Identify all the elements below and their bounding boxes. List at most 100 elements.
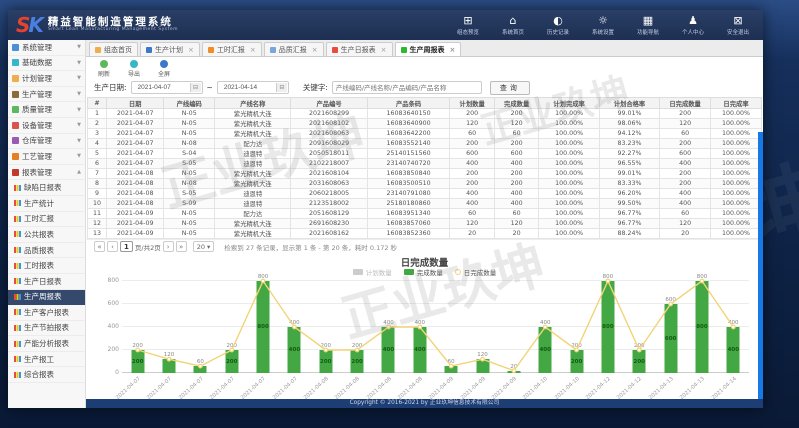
table-row[interactable]: 52021-04-07S-04迪恩特2050518011251401515606… — [88, 149, 762, 159]
table-cell: 2102218007 — [291, 159, 367, 169]
column-header[interactable]: # — [88, 98, 107, 109]
sidebar-item-生产报工[interactable]: 生产报工 — [8, 352, 85, 368]
chart-bar-slot: 4004002021-04-08 — [373, 281, 404, 373]
sidebar-item-计划管理[interactable]: 计划管理▼ — [8, 71, 85, 87]
x-axis-label: 2021-04-12 — [616, 376, 643, 401]
table-cell: 紫光精机大连 — [215, 109, 291, 119]
sidebar-item-报表管理[interactable]: 报表管理▲ — [8, 165, 85, 181]
table-cell: 120 — [450, 119, 495, 129]
系统设置-button[interactable]: ☼系统设置 — [586, 15, 620, 36]
report-chart-icon — [14, 294, 21, 300]
tab-组态首页[interactable]: 组态首页 — [89, 42, 138, 56]
sidebar-item-工艺管理[interactable]: 工艺管理▼ — [8, 149, 85, 165]
close-icon[interactable]: × — [250, 46, 256, 54]
column-header[interactable]: 产品条码 — [367, 98, 450, 109]
column-header[interactable]: 产线编码 — [164, 98, 215, 109]
search-button[interactable]: 查询 — [490, 81, 530, 95]
close-icon[interactable]: × — [188, 46, 194, 54]
sidebar-item-生产统计[interactable]: 生产统计 — [8, 196, 85, 212]
close-icon[interactable]: × — [450, 46, 456, 54]
column-header[interactable]: 日完成率 — [711, 98, 762, 109]
table-row[interactable]: 122021-04-09N-05紫光精机大连269160823016083857… — [88, 219, 762, 229]
sidebar-item-缺陷日报表[interactable]: 缺陷日报表 — [8, 180, 85, 196]
table-cell: 紫光精机大连 — [215, 129, 291, 139]
tab-label: 组态首页 — [104, 45, 132, 55]
column-header[interactable]: 计划数量 — [450, 98, 495, 109]
calendar-icon[interactable]: ⊟ — [276, 83, 287, 92]
sidebar-item-生产节拍报表[interactable]: 生产节拍报表 — [8, 321, 85, 337]
keyword-input[interactable] — [332, 81, 482, 94]
sidebar-item-产能分析报表[interactable]: 产能分析报表 — [8, 336, 85, 352]
column-header[interactable]: 计划合格率 — [599, 98, 659, 109]
bar: 800 — [257, 281, 270, 373]
table-row[interactable]: 132021-04-09N-05紫光精机大连202160816216083852… — [88, 229, 762, 239]
export-button[interactable]: 导出 — [124, 60, 144, 78]
sidebar-item-生产周报表[interactable]: 生产周报表 — [8, 290, 85, 306]
系统首页-button[interactable]: ⌂系统首页 — [496, 15, 530, 36]
sidebar-item-仓库管理[interactable]: 仓库管理▼ — [8, 134, 85, 150]
table-row[interactable]: 22021-04-07N-05紫光精机大连2021608102160836409… — [88, 119, 762, 129]
tab-品质汇报[interactable]: 品质汇报× — [264, 42, 324, 56]
sidebar-item-生产日报表[interactable]: 生产日报表 — [8, 274, 85, 290]
close-icon[interactable]: × — [381, 46, 387, 54]
sidebar-item-综合报表[interactable]: 综合报表 — [8, 367, 85, 383]
page-size-select[interactable]: 20 ▾ — [193, 241, 215, 252]
历史记录-button[interactable]: ◐历史记录 — [541, 15, 575, 36]
sidebar-item-基础数据[interactable]: 基础数据▼ — [8, 56, 85, 72]
legend-item-计划数量[interactable]: 计划数量 — [353, 267, 392, 277]
scrollbar[interactable] — [758, 132, 763, 399]
prev-page-button[interactable]: ‹ — [107, 241, 118, 252]
first-page-button[interactable]: « — [94, 241, 105, 252]
sidebar-item-质量管理[interactable]: 质量管理▼ — [8, 102, 85, 118]
column-header[interactable]: 产线名称 — [215, 98, 291, 109]
sidebar-item-生产客户报表[interactable]: 生产客户报表 — [8, 305, 85, 321]
table-row[interactable]: 62021-04-07S-05迪恩特2102218007231407407204… — [88, 159, 762, 169]
组态预览-button[interactable]: ⊞组态预览 — [451, 15, 485, 36]
copyright-footer: Copyright © 2016-2021 by 正业玖坤信息技术有限公司 — [86, 399, 763, 408]
tab-生产日报表[interactable]: 生产日报表× — [326, 42, 393, 56]
table-cell: 2021-04-08 — [107, 179, 164, 189]
table-row[interactable]: 42021-04-07N-08配力达2091608029160835521402… — [88, 139, 762, 149]
column-header[interactable]: 完成数量 — [494, 98, 539, 109]
legend-item-日完成数量[interactable]: 日完成数量 — [455, 267, 497, 277]
date-from-field[interactable]: ⊟ — [131, 81, 203, 94]
个人中心-button[interactable]: ♟个人中心 — [676, 15, 710, 36]
column-header[interactable]: 产品编号 — [291, 98, 367, 109]
column-header[interactable]: 日完成数量 — [660, 98, 711, 109]
sidebar-item-品质报表[interactable]: 品质报表 — [8, 243, 85, 259]
next-page-button[interactable]: › — [163, 241, 174, 252]
table-row[interactable]: 112021-04-09N-05配力达205160812916083951340… — [88, 209, 762, 219]
calendar-icon[interactable]: ⊟ — [190, 83, 201, 92]
sidebar-item-公共报表[interactable]: 公共报表 — [8, 227, 85, 243]
close-icon[interactable]: × — [312, 46, 318, 54]
table-row[interactable]: 12021-04-07N-05紫光精机大连2021608299160836401… — [88, 109, 762, 119]
sidebar-item-生产管理[interactable]: 生产管理▼ — [8, 87, 85, 103]
table-row[interactable]: 72021-04-08N-05紫光精机大连2021608104160838508… — [88, 169, 762, 179]
sidebar-item-系统管理[interactable]: 系统管理▼ — [8, 40, 85, 56]
report-chart-icon — [14, 185, 21, 191]
chart-bar-slot: 4004002021-04-10 — [530, 281, 561, 373]
last-page-button[interactable]: » — [176, 241, 187, 252]
column-header[interactable]: 日期 — [107, 98, 164, 109]
chart-bar-slot: 8008002021-04-07 — [247, 281, 278, 373]
sidebar-item-工时汇报[interactable]: 工时汇报 — [8, 212, 85, 228]
refresh-button[interactable]: 刷新 — [94, 60, 114, 78]
column-header[interactable]: 计划完成率 — [539, 98, 599, 109]
fullscreen-button[interactable]: 全屏 — [154, 60, 174, 78]
安全退出-button[interactable]: ⊠安全退出 — [721, 15, 755, 36]
legend-item-完成数量[interactable]: 完成数量 — [404, 267, 443, 277]
table-row[interactable]: 82021-04-08N-08紫光精机大连2031608063160835005… — [88, 179, 762, 189]
chart-bar-slot: 2002002021-04-12 — [624, 281, 655, 373]
date-to-field[interactable]: ⊟ — [217, 81, 289, 94]
sidebar-item-label: 报表管理 — [22, 167, 52, 178]
tab-生产周报表[interactable]: 生产周报表× — [395, 42, 462, 56]
current-page[interactable]: 1 — [120, 241, 133, 252]
sidebar-item-工时报表[interactable]: 工时报表 — [8, 258, 85, 274]
table-row[interactable]: 102021-04-08S-09迪恩特212351800225180180860… — [88, 199, 762, 209]
功能导航-button[interactable]: ▦功能导航 — [631, 15, 665, 36]
tab-工时汇报[interactable]: 工时汇报× — [202, 42, 262, 56]
table-row[interactable]: 32021-04-07N-05紫光精机大连2021608063160836422… — [88, 129, 762, 139]
tab-生产计划[interactable]: 生产计划× — [140, 42, 200, 56]
table-row[interactable]: 92021-04-08S-05迪恩特2060218005231407910804… — [88, 189, 762, 199]
sidebar-item-设备管理[interactable]: 设备管理▼ — [8, 118, 85, 134]
